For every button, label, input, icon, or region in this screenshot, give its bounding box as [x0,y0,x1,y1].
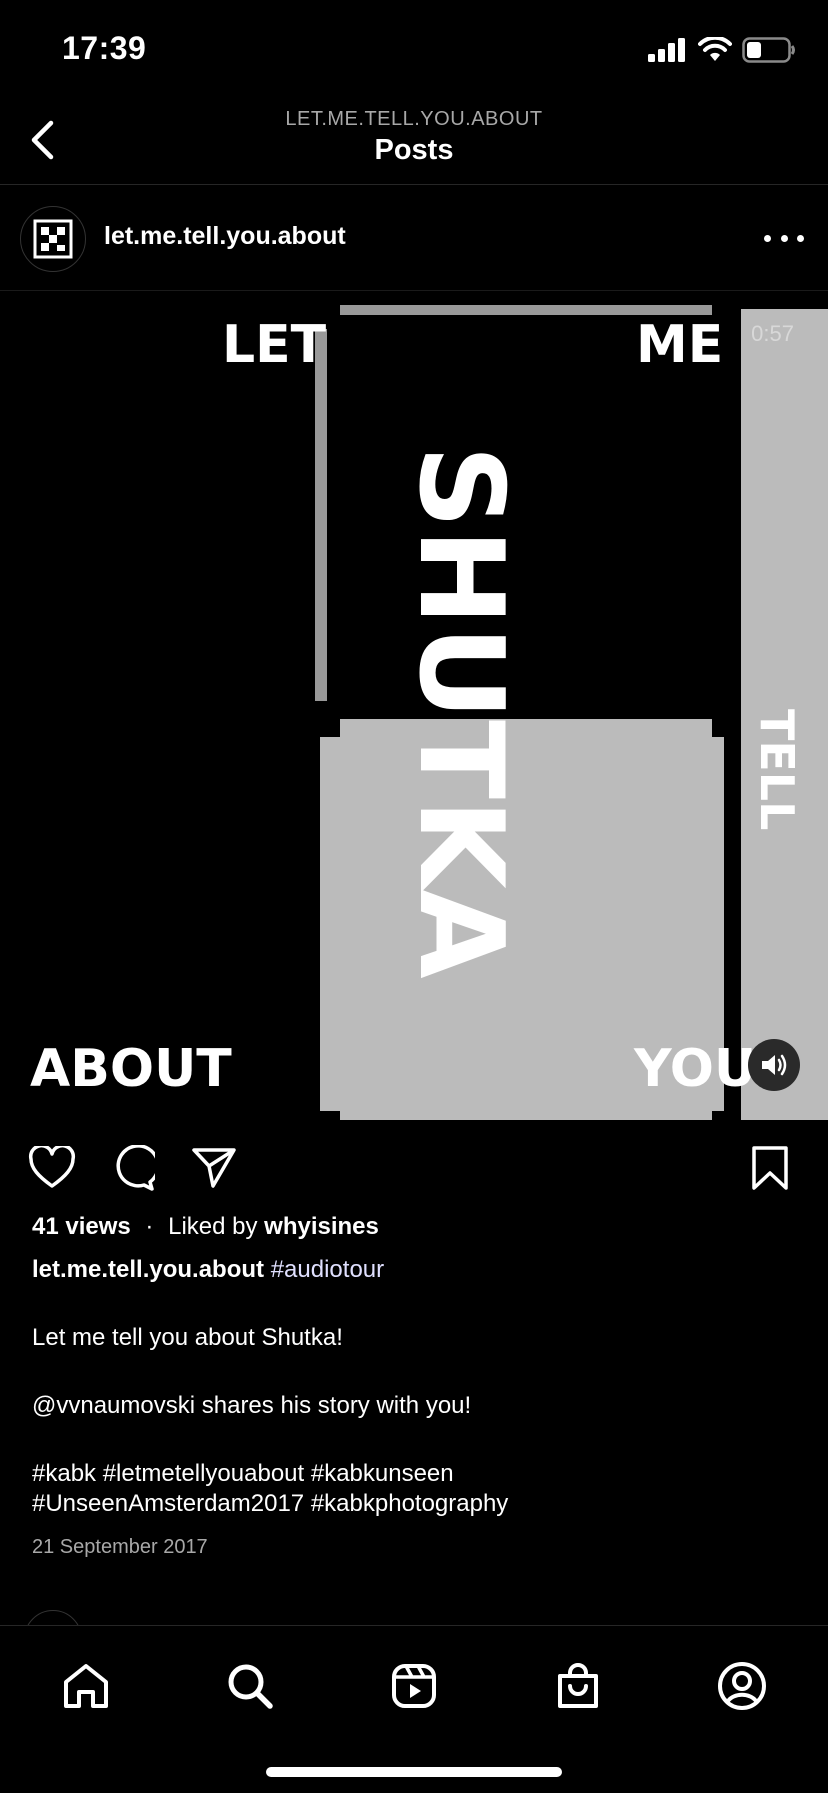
profile-icon [718,1662,766,1710]
bookmark-icon [752,1146,788,1190]
battery-icon [742,37,795,63]
logo-icon [33,219,73,259]
post-date: 21 September 2017 [32,1536,208,1558]
caption-line2: @vvnaumovski shares his story with you! [32,1392,472,1419]
share-button[interactable] [186,1140,242,1196]
media-word-tell: TELL [750,709,804,831]
shopping-bag-icon [558,1663,598,1708]
more-dot [764,234,771,242]
media-word-about: ABOUT [30,1039,232,1099]
caption-tags1[interactable]: #kabk #letmetellyouabout #kabkunseen [32,1459,802,1489]
search-icon [228,1664,273,1709]
media-word-let: LET [222,315,327,375]
status-bar: 17:39 [0,0,828,100]
tab-home[interactable] [51,1651,121,1721]
home-icon [64,1664,108,1708]
more-dot [780,234,788,242]
tab-profile[interactable] [707,1651,777,1721]
avatar[interactable] [20,206,86,272]
caption-tags2[interactable]: #UnseenAmsterdam2017 #kabkphotography [32,1489,802,1519]
liked-prefix: Liked by [168,1213,258,1240]
paper-plane-icon [192,1148,236,1188]
status-icons [648,34,796,66]
sound-button[interactable] [748,1039,800,1091]
home-indicator [266,1767,562,1777]
caption-username[interactable]: let.me.tell.you.about [32,1256,264,1283]
caption-first-line: let.me.tell.you.about #audiotour [32,1255,802,1285]
wifi-icon [698,37,732,61]
status-time: 17:39 [62,30,147,66]
post-header: let.me.tell.you.about [0,186,828,291]
post-media[interactable]: LET ME SHUTKA TELL ABOUT YOU 0:57 [0,291,828,1120]
reels-icon [392,1664,436,1708]
cellular-signal-icon [648,38,685,62]
post-caption: 41 views · Liked by whyisines let.me.tel… [32,1212,802,1519]
caption-hashtag[interactable]: #audiotour [271,1256,384,1283]
nav-bar: LET.ME.TELL.YOU.ABOUT Posts [0,100,828,185]
tab-search[interactable] [215,1651,285,1721]
separator: · [145,1213,154,1240]
save-button[interactable] [742,1140,798,1196]
post-author[interactable]: let.me.tell.you.about [104,222,346,251]
comment-button[interactable] [104,1140,160,1196]
caption-line1: Let me tell you about Shutka! [32,1324,343,1351]
media-word-you: YOU [634,1039,757,1099]
video-duration: 0:57 [751,321,794,346]
tab-reels[interactable] [379,1651,449,1721]
post-actions [0,1140,828,1200]
nav-title: Posts [374,134,454,166]
views-count[interactable]: 41 views [32,1213,131,1240]
more-horizontal-icon[interactable] [764,220,804,256]
comment-icon [116,1145,155,1191]
liked-user[interactable]: whyisines [264,1213,379,1240]
media-word-me: ME [636,315,724,375]
like-button[interactable] [24,1140,80,1196]
tab-shop[interactable] [543,1651,613,1721]
media-word-shutka: SHUTKA [393,445,528,979]
stats-line: 41 views · Liked by whyisines [32,1212,802,1242]
more-dot [797,234,804,242]
nav-subtitle: LET.ME.TELL.YOU.ABOUT [285,108,543,130]
speaker-icon [762,1054,787,1076]
heart-icon [28,1146,76,1188]
